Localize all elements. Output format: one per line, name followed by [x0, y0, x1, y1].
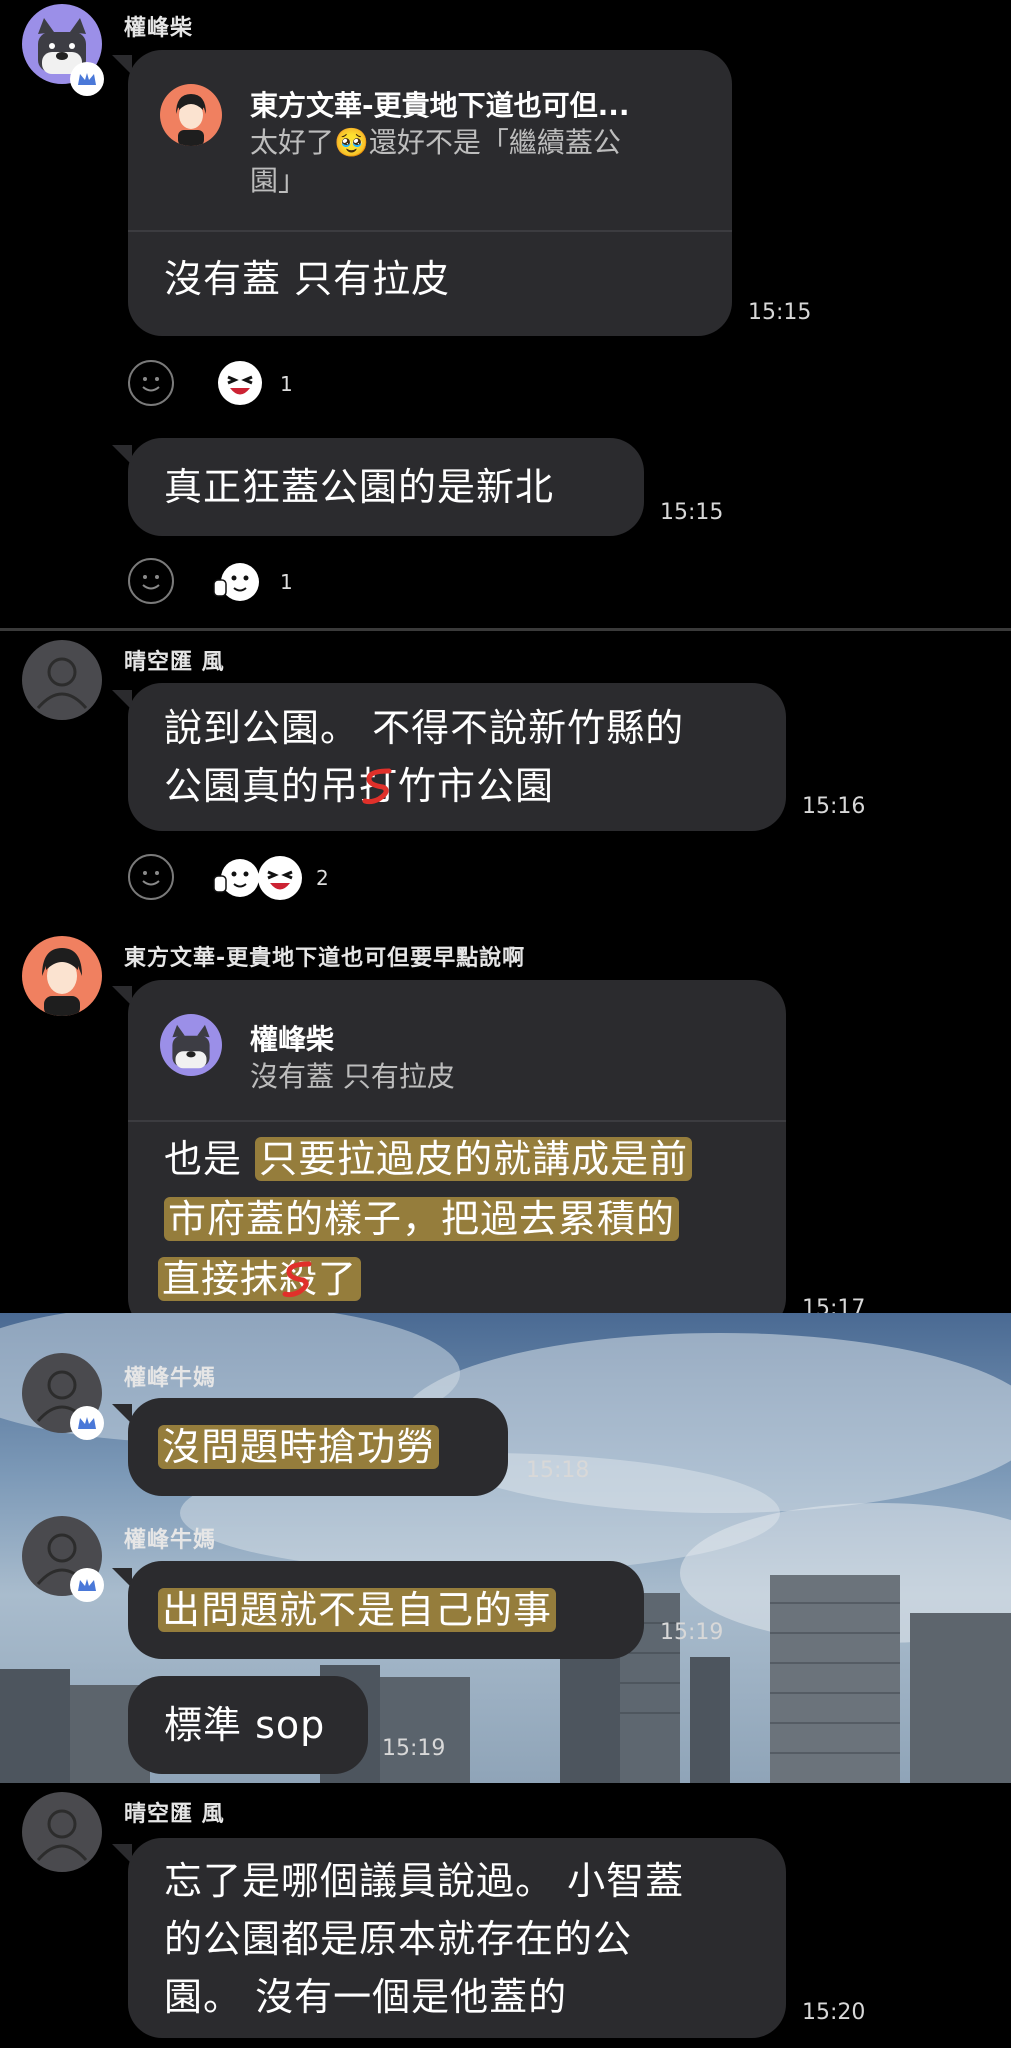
crown-badge-icon	[70, 1406, 104, 1440]
message-text: 沒有蓋 只有拉皮	[164, 257, 451, 301]
message-text-line: 說到公園。 不得不說新竹縣的	[164, 706, 685, 750]
avatar-default[interactable]	[22, 1792, 102, 1872]
message-bubble[interactable]: 標準 sop	[128, 1676, 368, 1774]
thumbs-up-face-icon[interactable]	[212, 856, 260, 900]
message-bubble[interactable]: 忘了是哪個議員說過。 小智蓋 的公園都是原本就存在的公 園。 沒有一個是他蓋的	[128, 1838, 786, 2038]
add-reaction-icon[interactable]	[128, 360, 174, 406]
message-time: 15:19	[382, 1736, 446, 1761]
highlighted-text: 只要拉過皮的就講成是前	[255, 1137, 693, 1181]
message-text-line: 忘了是哪個議員說過。 小智蓋	[164, 1859, 685, 1903]
crown-badge-icon	[70, 62, 104, 96]
person-avatar-icon	[176, 94, 206, 146]
sender-name: 權峰牛媽	[124, 1366, 217, 1391]
avatar-person[interactable]	[22, 936, 102, 1016]
quote-text-line: 園」	[250, 164, 307, 197]
sender-name: 東方文華-更貴地下道也可但要早點說啊	[124, 946, 526, 971]
default-user-avatar	[36, 657, 88, 709]
quote-title: 東方文華-更貴地下道也可但...	[250, 89, 630, 122]
sender-name: 權峰牛媽	[124, 1528, 217, 1553]
highlighted-text: 市府蓋的樣子，把過去累積的	[164, 1197, 680, 1241]
divider	[0, 628, 1011, 631]
sender-name: 晴空匯 風	[124, 1802, 225, 1827]
default-user-avatar	[36, 1809, 88, 1861]
message-text-line: 園。 沒有一個是他蓋的	[164, 1975, 568, 2019]
quote-text-line: 太好了🥹還好不是「繼續蓋公	[250, 126, 621, 159]
avatar-default[interactable]	[22, 640, 102, 720]
message-text-line: 公園真的吊打 竹市公園	[164, 757, 554, 815]
quote-avatar	[160, 84, 222, 146]
message-text-line: 市府蓋的樣子，把過去累積的	[164, 1190, 680, 1248]
highlighted-text: 直接抹殺了	[158, 1257, 362, 1301]
message-bubble[interactable]: 沒問題時搶功勞	[128, 1398, 508, 1496]
message-text-line: 也是 只要拉過皮的就講成是前	[164, 1130, 693, 1188]
message-bubble[interactable]: 說到公園。 不得不說新竹縣的 公園真的吊打 竹市公園	[128, 683, 786, 831]
message-time: 15:18	[526, 1458, 590, 1483]
crown-badge-icon	[70, 1568, 104, 1602]
laughing-face-icon[interactable]	[218, 361, 262, 405]
person-avatar-icon	[42, 948, 82, 1016]
struck-character: 打	[359, 764, 399, 808]
reaction-count: 1	[280, 372, 293, 396]
add-reaction-icon[interactable]	[128, 558, 174, 604]
message-text-line: 的公園都是原本就存在的公	[164, 1917, 633, 1961]
quote-text-line: 沒有蓋 只有拉皮	[250, 1060, 455, 1093]
message-time: 15:20	[802, 2000, 866, 2025]
message-text-line: 直接抹殺了	[158, 1250, 362, 1308]
thumbs-up-face-icon[interactable]	[212, 560, 260, 604]
message-time: 15:15	[748, 300, 812, 325]
quote-avatar	[160, 1014, 222, 1076]
message-time: 15:16	[802, 794, 866, 819]
reaction-count: 2	[316, 866, 329, 890]
message-text: 真正狂蓋公園的是新北	[164, 465, 555, 509]
message-bubble[interactable]: 東方文華-更貴地下道也可但... 太好了🥹還好不是「繼續蓋公 園」 沒有蓋 只有…	[128, 50, 732, 336]
quote-divider	[128, 230, 732, 232]
add-reaction-icon[interactable]	[128, 854, 174, 900]
message-bubble[interactable]: 出問題就不是自己的事	[128, 1561, 644, 1659]
dog-avatar-icon	[172, 1024, 210, 1069]
message-bubble[interactable]: 權峰柴 沒有蓋 只有拉皮 也是 只要拉過皮的就講成是前 市府蓋的樣子，把過去累積…	[128, 980, 786, 1332]
message-time: 15:15	[660, 500, 724, 525]
reaction-count: 1	[280, 570, 293, 594]
sender-name: 晴空匯 風	[124, 650, 225, 675]
message-bubble[interactable]: 真正狂蓋公園的是新北	[128, 438, 644, 536]
message-text: 出問題就不是自己的事	[158, 1581, 557, 1639]
quote-title: 權峰柴	[250, 1023, 335, 1056]
message-time: 15:19	[660, 1620, 724, 1645]
message-text: 沒問題時搶功勞	[158, 1418, 440, 1476]
struck-character: 殺	[279, 1257, 319, 1301]
message-text: 標準 sop	[164, 1703, 326, 1747]
highlighted-text: 出問題就不是自己的事	[158, 1588, 557, 1632]
laughing-face-icon[interactable]	[258, 856, 302, 900]
quote-divider	[128, 1120, 786, 1122]
sender-name: 權峰柴	[124, 16, 194, 41]
highlighted-text: 沒問題時搶功勞	[158, 1425, 440, 1469]
